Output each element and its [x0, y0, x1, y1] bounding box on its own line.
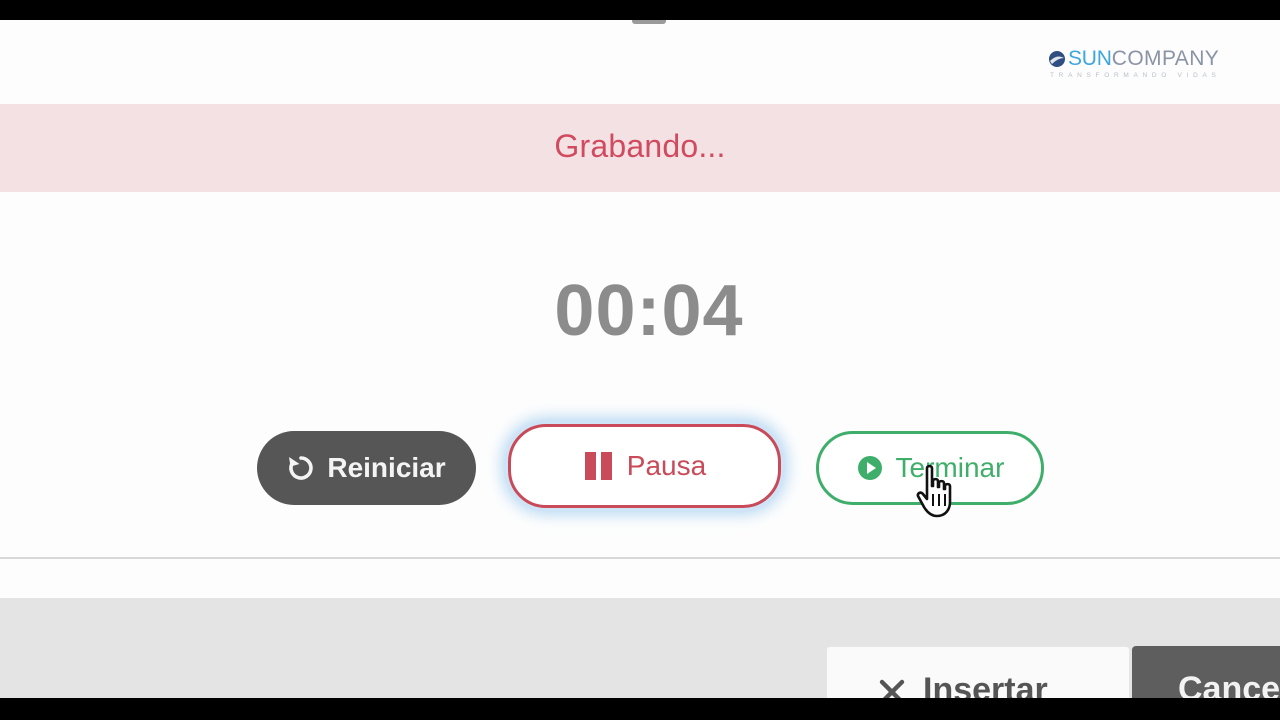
pause-button-label: Pausa — [626, 450, 707, 481]
finish-button[interactable]: Terminar — [816, 431, 1044, 505]
restart-button[interactable]: Reiniciar — [257, 431, 476, 505]
recording-dialog: SUNCOMPANY TRANSFORMANDO VIDAS Grabando.… — [0, 20, 1280, 698]
insert-button[interactable]: Insertar — [826, 646, 1130, 698]
pause-button[interactable]: Pausa — [508, 424, 781, 508]
elapsed-timer: 00:04 — [554, 271, 744, 351]
recording-status-text: Grabando... — [554, 127, 726, 164]
finish-button-label: Terminar — [895, 452, 1005, 483]
brand-name-company: COMPANY — [1111, 47, 1220, 70]
sun-logo-icon — [1049, 51, 1065, 67]
play-circle-icon — [856, 454, 884, 482]
brand-tagline: TRANSFORMANDO VIDAS — [1050, 72, 1221, 79]
cancel-button[interactable]: Cance — [1132, 646, 1280, 698]
pause-icon — [583, 450, 615, 482]
recording-status-banner: Grabando... — [0, 104, 1280, 192]
top-handle — [632, 20, 666, 24]
restart-icon — [287, 454, 315, 482]
brand-logo: SUNCOMPANY TRANSFORMANDO VIDAS — [1048, 48, 1248, 84]
close-icon — [879, 671, 905, 698]
restart-button-label: Reiniciar — [327, 452, 446, 483]
brand-name-sun: SUN — [1068, 47, 1112, 70]
brand-name: SUNCOMPANY — [1068, 48, 1219, 70]
cancel-button-label: Cance — [1178, 670, 1280, 698]
insert-button-label: Insertar — [923, 671, 1048, 698]
section-divider — [0, 557, 1280, 559]
